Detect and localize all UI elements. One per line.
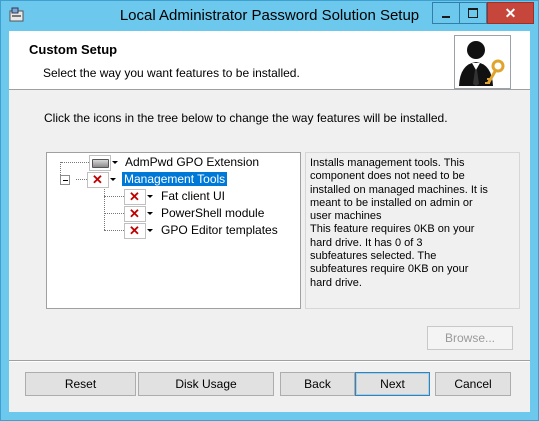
install-state-button[interactable]: ✕ bbox=[87, 172, 109, 188]
maximize-icon[interactable] bbox=[459, 2, 487, 24]
install-state-button[interactable] bbox=[89, 155, 111, 171]
feature-tree[interactable]: AdmPwd GPO Extension ✕ Management Tools … bbox=[46, 152, 301, 309]
dropdown-arrow-icon[interactable] bbox=[146, 189, 154, 203]
feature-description-panel: Installs management tools. This componen… bbox=[305, 152, 520, 309]
close-button[interactable]: ✕ bbox=[487, 2, 534, 24]
tree-connector bbox=[104, 196, 124, 197]
instruction-text: Click the icons in the tree below to cha… bbox=[44, 111, 448, 125]
description-line: hard drive. bbox=[310, 276, 362, 289]
next-button[interactable]: Next bbox=[355, 372, 430, 396]
browse-button[interactable]: Browse... bbox=[427, 326, 513, 350]
description-line: user machines bbox=[310, 210, 382, 223]
dropdown-arrow-icon[interactable] bbox=[146, 206, 154, 220]
reset-button[interactable]: Reset bbox=[25, 372, 136, 396]
tree-connector bbox=[104, 213, 124, 214]
not-installed-icon: ✕ bbox=[92, 172, 103, 187]
cancel-button[interactable]: Cancel bbox=[435, 372, 511, 396]
feature-description: Installs management tools. This componen… bbox=[310, 157, 516, 290]
tree-item-label: AdmPwd GPO Extension bbox=[125, 155, 260, 169]
user-key-icon bbox=[454, 35, 511, 89]
tree-item-label: PowerShell module bbox=[161, 206, 265, 220]
dialog-client: Custom Setup Select the way you want fea… bbox=[9, 31, 530, 412]
description-line: This feature requires 0KB on your bbox=[310, 223, 475, 236]
page-title: Custom Setup bbox=[29, 42, 118, 57]
page-subtitle: Select the way you want features to be i… bbox=[43, 66, 300, 80]
tree-item-label: Fat client UI bbox=[161, 189, 226, 203]
description-line: hard drive. It has 0 of 3 bbox=[310, 236, 423, 249]
dropdown-arrow-icon[interactable] bbox=[109, 172, 117, 186]
install-state-button[interactable]: ✕ bbox=[124, 223, 146, 239]
tree-item-label: Management Tools bbox=[122, 171, 228, 187]
tree-connector bbox=[76, 179, 87, 180]
collapse-toggle[interactable] bbox=[60, 175, 70, 185]
description-line: Installs management tools. This bbox=[310, 157, 465, 169]
close-icon: ✕ bbox=[504, 5, 517, 21]
tree-item-label: GPO Editor templates bbox=[161, 223, 278, 237]
header-banner: Custom Setup Select the way you want fea… bbox=[9, 31, 530, 90]
tree-connector bbox=[61, 162, 89, 163]
not-installed-icon: ✕ bbox=[129, 206, 140, 221]
install-state-button[interactable]: ✕ bbox=[124, 189, 146, 205]
description-line: subfeatures require 0KB on your bbox=[310, 263, 469, 276]
install-state-button[interactable]: ✕ bbox=[124, 206, 146, 222]
not-installed-icon: ✕ bbox=[129, 189, 140, 204]
description-line: subfeatures selected. The bbox=[310, 250, 437, 263]
description-line: installed on managed machines. It is bbox=[310, 183, 488, 196]
setup-window: Local Administrator Password Solution Se… bbox=[0, 0, 539, 421]
back-button[interactable]: Back bbox=[280, 372, 355, 396]
tree-connector bbox=[104, 187, 105, 230]
dropdown-arrow-icon[interactable] bbox=[146, 223, 154, 237]
disk-usage-button[interactable]: Disk Usage bbox=[138, 372, 274, 396]
title-bar[interactable]: Local Administrator Password Solution Se… bbox=[1, 1, 538, 31]
dropdown-arrow-icon[interactable] bbox=[111, 155, 119, 169]
tree-connector bbox=[104, 230, 124, 231]
divider bbox=[9, 361, 530, 362]
description-line: meant to be installed on admin or bbox=[310, 196, 473, 209]
hard-drive-icon bbox=[92, 159, 109, 168]
selected-label: Management Tools bbox=[122, 172, 228, 186]
not-installed-icon: ✕ bbox=[129, 223, 140, 238]
minimize-icon[interactable] bbox=[432, 2, 460, 24]
description-line: component does not need to be bbox=[310, 170, 465, 183]
